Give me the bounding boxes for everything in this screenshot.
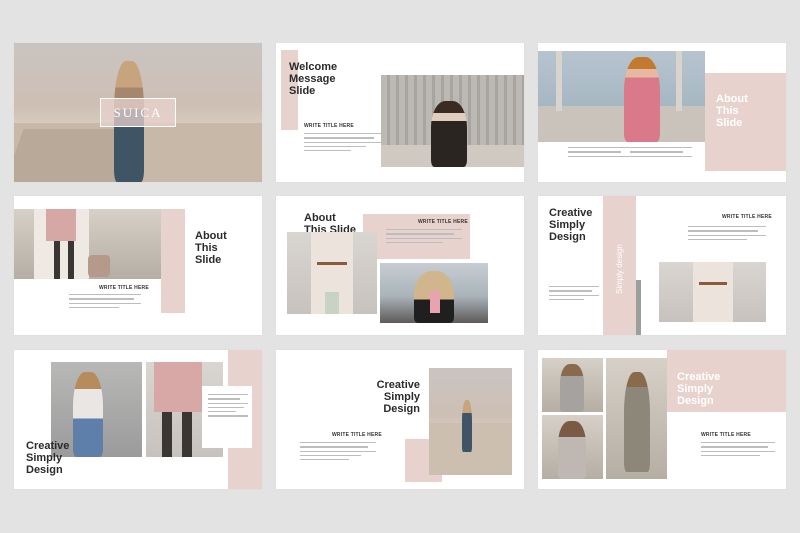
vertical-caption: Simply design (615, 244, 624, 294)
title-line: Welcome (289, 61, 338, 73)
title-line: Design (383, 403, 420, 415)
logo-box: SUICA (100, 98, 176, 127)
body-text (701, 442, 775, 457)
slide-subtitle: WRITE TITLE HERE (418, 219, 468, 225)
slide-title: Creative Simply Design (26, 440, 69, 476)
model-photo (14, 209, 161, 279)
slide-1[interactable]: SUICA (14, 43, 262, 182)
title-line: Simply (549, 219, 586, 231)
slide-subtitle: WRITE TITLE HERE (701, 432, 751, 438)
slide-9[interactable]: Creative Simply Design WRITE TITLE HERE (538, 350, 786, 489)
body-text-right (630, 147, 692, 157)
title-line: Creative (677, 371, 721, 383)
title-line: About (304, 212, 336, 224)
slide-7[interactable]: Creative Simply Design (14, 350, 262, 489)
slide-title: About This Slide (716, 93, 748, 129)
slide-5[interactable]: About This Slide WRITE TITLE HERE (276, 196, 524, 335)
body-text (386, 229, 462, 244)
slide-6[interactable]: Creative Simply Design Simply design WRI… (538, 196, 786, 335)
body-text-right (688, 226, 766, 241)
slide-4[interactable]: About This Slide WRITE TITLE HERE (14, 196, 262, 335)
slide-title: Creative Simply Design (376, 379, 420, 415)
title-line: Design (677, 395, 714, 407)
model-photo (538, 51, 705, 142)
body-text (208, 394, 248, 417)
title-line: This (716, 105, 739, 117)
slide-subtitle: WRITE TITLE HERE (722, 214, 772, 220)
model-photo (429, 368, 512, 475)
body-text-left (549, 286, 599, 301)
model-photo-right (380, 263, 488, 323)
model-photo-left (287, 232, 377, 314)
title-line: Message (289, 73, 336, 85)
slide-2[interactable]: Welcome Message Slide WRITE TITLE HERE (276, 43, 524, 182)
slide-subtitle: WRITE TITLE HERE (99, 285, 149, 291)
slide-title: Creative Simply Design (549, 207, 592, 243)
model-photo (381, 75, 524, 167)
title-line: This (195, 242, 218, 254)
title-line: Design (26, 464, 63, 476)
slide-8[interactable]: Creative Simply Design WRITE TITLE HERE (276, 350, 524, 489)
accent-bar (161, 209, 185, 313)
accent-line (636, 280, 641, 335)
title-line: Slide (716, 117, 743, 129)
title-line: Creative (549, 207, 593, 219)
title-line: Simply (26, 452, 63, 464)
title-line: About (195, 230, 227, 242)
slide-title: About This Slide (195, 230, 227, 266)
body-text (69, 294, 141, 309)
slide-3[interactable]: About This Slide (538, 43, 786, 182)
body-text (300, 442, 376, 461)
title-line: Creative (376, 379, 420, 391)
logo-text: SUICA (113, 104, 163, 120)
slide-title: Welcome Message Slide (289, 61, 337, 97)
title-line: Design (549, 231, 586, 243)
slide-subtitle: WRITE TITLE HERE (332, 432, 382, 438)
model-photo-top-left (542, 358, 603, 412)
title-line: Simply (383, 391, 420, 403)
title-line: Creative (26, 440, 70, 452)
title-line: Slide (195, 254, 222, 266)
slide-subtitle: WRITE TITLE HERE (304, 123, 354, 129)
title-line: Simply (677, 383, 714, 395)
model-photo-bottom-left (542, 415, 603, 479)
title-line: About (716, 93, 748, 105)
body-text (304, 133, 382, 152)
model-photo-center (606, 358, 667, 479)
body-text-left (568, 147, 630, 157)
model-photo (659, 262, 766, 322)
slide-title: Creative Simply Design (677, 371, 720, 407)
title-line: Slide (289, 85, 316, 97)
